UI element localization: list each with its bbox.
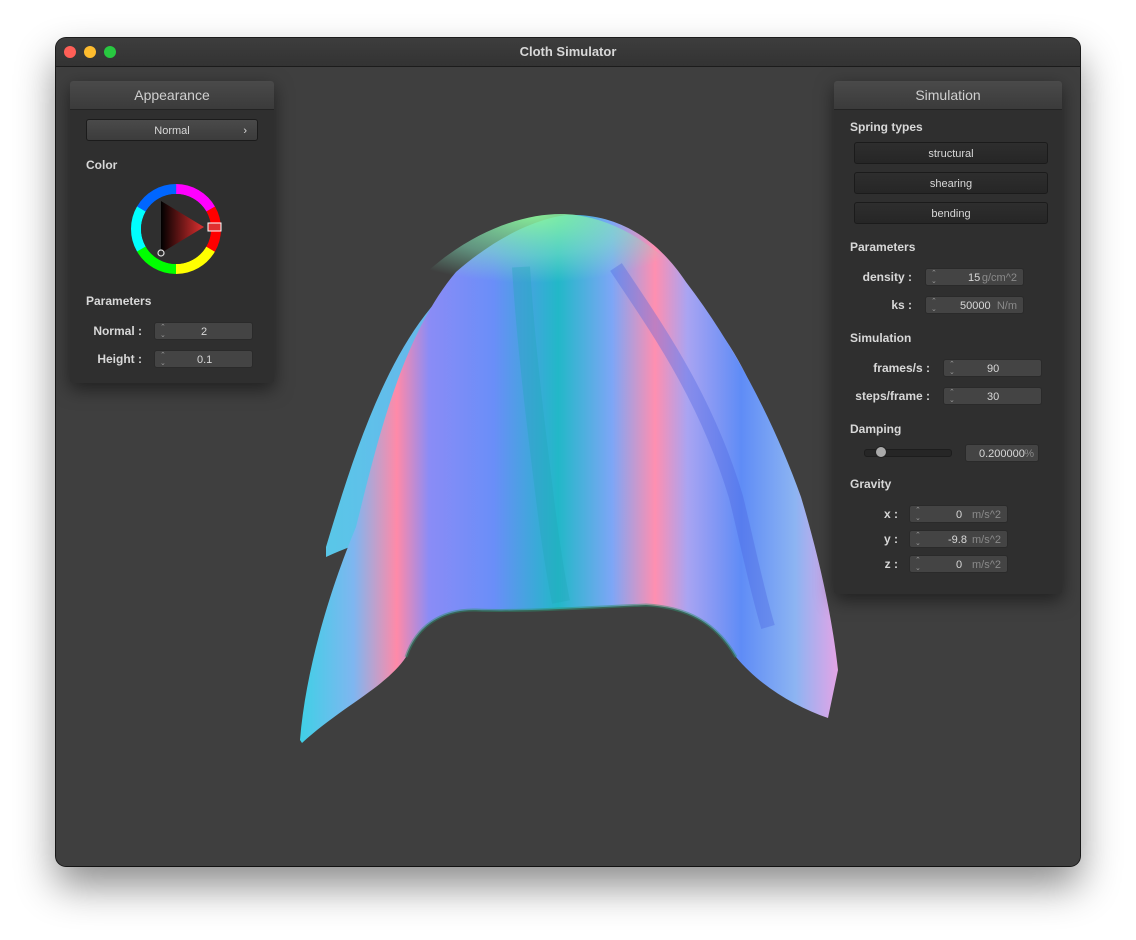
simulation-header: Simulation (834, 81, 1062, 110)
steps-input[interactable]: ⌃ ⌄ 30 (943, 387, 1042, 405)
damping-slider-handle[interactable] (875, 446, 887, 458)
spinner-icon[interactable]: ⌃ ⌄ (160, 323, 166, 340)
gravity-x-label: x : (883, 507, 898, 521)
color-label: Color (86, 158, 118, 172)
gravity-y-label: y : (883, 532, 898, 546)
chevron-right-icon: › (243, 125, 247, 137)
ks-label: ks : (891, 298, 912, 312)
damping-input[interactable]: 0.200000 % (965, 444, 1039, 462)
simulation-panel: Simulation Spring types structural shear… (834, 81, 1062, 594)
gravity-x-input[interactable]: ⌃ ⌄ 0 m/s^2 (909, 505, 1008, 523)
appearance-params-label: Parameters (86, 294, 152, 308)
spinner-icon[interactable]: ⌃ ⌄ (931, 269, 937, 286)
gravity-label: Gravity (850, 477, 892, 491)
fps-label: frames/s : (873, 361, 930, 375)
spinner-icon[interactable]: ⌃ ⌄ (949, 360, 955, 377)
bending-toggle[interactable]: bending (854, 202, 1048, 224)
height-label: Height : (97, 352, 142, 366)
normal-input[interactable]: ⌃ ⌄ 2 (154, 322, 253, 340)
shader-select-value: Normal (154, 125, 190, 137)
sim-params-label: Parameters (850, 240, 916, 254)
density-input[interactable]: ⌃ ⌄ 15 g/cm^2 (925, 268, 1024, 286)
color-wheel[interactable] (128, 181, 224, 277)
shearing-toggle[interactable]: shearing (854, 172, 1048, 194)
spinner-icon[interactable]: ⌃ ⌄ (160, 351, 166, 368)
steps-label: steps/frame : (855, 389, 930, 403)
density-label: density : (862, 270, 912, 284)
title-bar[interactable]: Cloth Simulator (56, 38, 1080, 67)
damping-label: Damping (850, 422, 902, 436)
normal-label: Normal : (93, 324, 142, 338)
render-viewport[interactable]: Appearance Normal › Color Parameters Nor… (56, 67, 1080, 866)
shader-select[interactable]: Normal › (86, 119, 258, 141)
height-input[interactable]: ⌃ ⌄ 0.1 (154, 350, 253, 368)
ks-input[interactable]: ⌃ ⌄ 50000 N/m (925, 296, 1024, 314)
gravity-y-input[interactable]: ⌃ ⌄ -9.8 m/s^2 (909, 530, 1008, 548)
appearance-panel: Appearance Normal › Color Parameters Nor… (70, 81, 274, 383)
structural-toggle[interactable]: structural (854, 142, 1048, 164)
spinner-icon[interactable]: ⌃ ⌄ (915, 531, 921, 548)
spinner-icon[interactable]: ⌃ ⌄ (949, 388, 955, 405)
window-title: Cloth Simulator (519, 44, 617, 59)
fps-input[interactable]: ⌃ ⌄ 90 (943, 359, 1042, 377)
appearance-header: Appearance (70, 81, 274, 110)
spinner-icon[interactable]: ⌃ ⌄ (931, 297, 937, 314)
simulation-section-label: Simulation (850, 331, 912, 345)
gravity-z-label: z : (884, 557, 898, 571)
app-window: Cloth Simulator Appearance Normal › Colo… (56, 38, 1080, 866)
spinner-icon[interactable]: ⌃ ⌄ (915, 506, 921, 523)
gravity-z-input[interactable]: ⌃ ⌄ 0 m/s^2 (909, 555, 1008, 573)
spring-types-label: Spring types (850, 120, 923, 134)
spinner-icon[interactable]: ⌃ ⌄ (915, 556, 921, 573)
